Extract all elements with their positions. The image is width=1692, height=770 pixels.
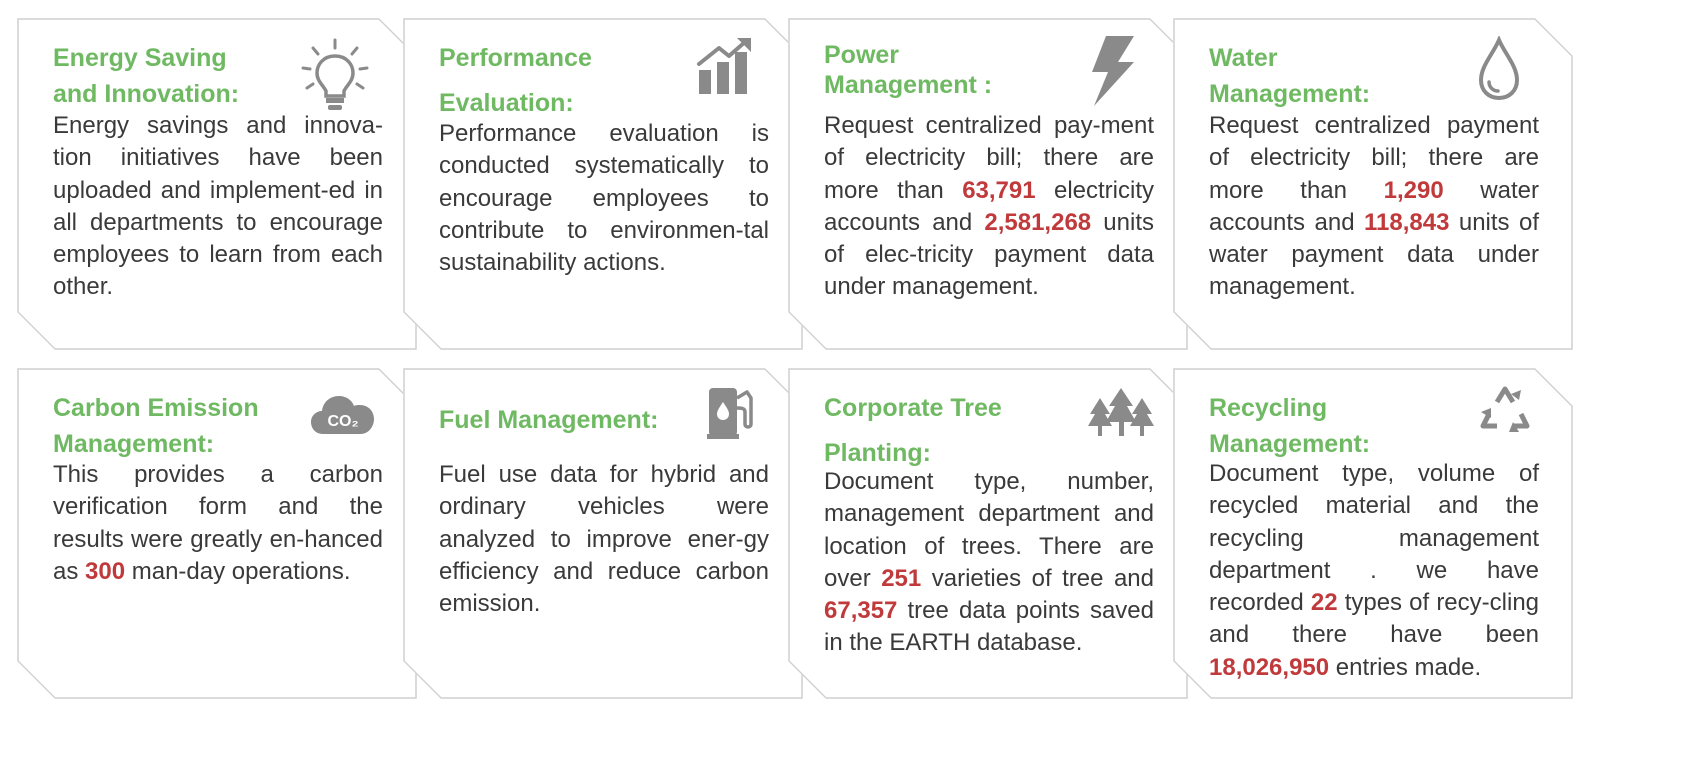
card-body: Request centralized payment of electrici…: [1209, 112, 1540, 301]
card-body: Performance evaluation is conducted syst…: [439, 120, 769, 277]
card-body: Request centralized pay-ment of electric…: [824, 112, 1155, 301]
lightning-bolt-icon: [1084, 34, 1140, 108]
card-energy-saving: Energy Saving and Innovation: Energy sav…: [17, 18, 417, 350]
card-grid: Energy Saving and Innovation: Energy sav…: [0, 0, 1692, 770]
card-body: Document type, number, management depart…: [824, 468, 1154, 657]
co2-cloud-icon: CO₂: [309, 390, 377, 436]
card-title: Power Management :: [824, 41, 993, 99]
card-performance-evaluation: Performance Evaluation: Performance eval…: [403, 18, 803, 350]
growth-chart-icon: [695, 34, 759, 98]
water-drop-icon: [1477, 36, 1521, 102]
card-body: This provides a carbon verification form…: [53, 461, 383, 585]
card-water-management: Water Management: Request centralized pa…: [1173, 18, 1573, 350]
card-title: Recycling Management:: [1209, 394, 1371, 458]
card-fuel-management: Fuel Management: Fuel use data for hybri…: [403, 368, 803, 699]
card-body: Fuel use data for hybrid and ordinary ve…: [439, 461, 769, 618]
card-title: Fuel Management:: [439, 406, 659, 434]
lightbulb-icon: [295, 36, 375, 116]
card-body: Energy savings and innova-tion initiativ…: [53, 112, 383, 301]
card-carbon-emission: Carbon Emission Management: CO₂ This pro…: [17, 368, 417, 699]
card-title: Water Management:: [1209, 44, 1371, 108]
trees-icon: [1088, 386, 1154, 438]
card-recycling-management: Recycling Management: Document type, vol…: [1173, 368, 1573, 699]
recycle-icon: [1475, 384, 1535, 438]
card-title: Carbon Emission Management:: [53, 394, 259, 458]
fuel-pump-icon: [705, 384, 757, 440]
svg-text:CO₂: CO₂: [327, 413, 358, 430]
card-power-management: Power Management : Request centralized p…: [788, 18, 1188, 350]
card-body: Document type, volume of recycled materi…: [1209, 460, 1540, 681]
card-title: Energy Saving and Innovation:: [53, 44, 240, 108]
card-title: Corporate Tree Planting:: [824, 394, 1002, 467]
card-corporate-tree-planting: Corporate Tree Planting: Document type, …: [788, 368, 1188, 699]
card-title: Performance Evaluation:: [439, 44, 592, 117]
